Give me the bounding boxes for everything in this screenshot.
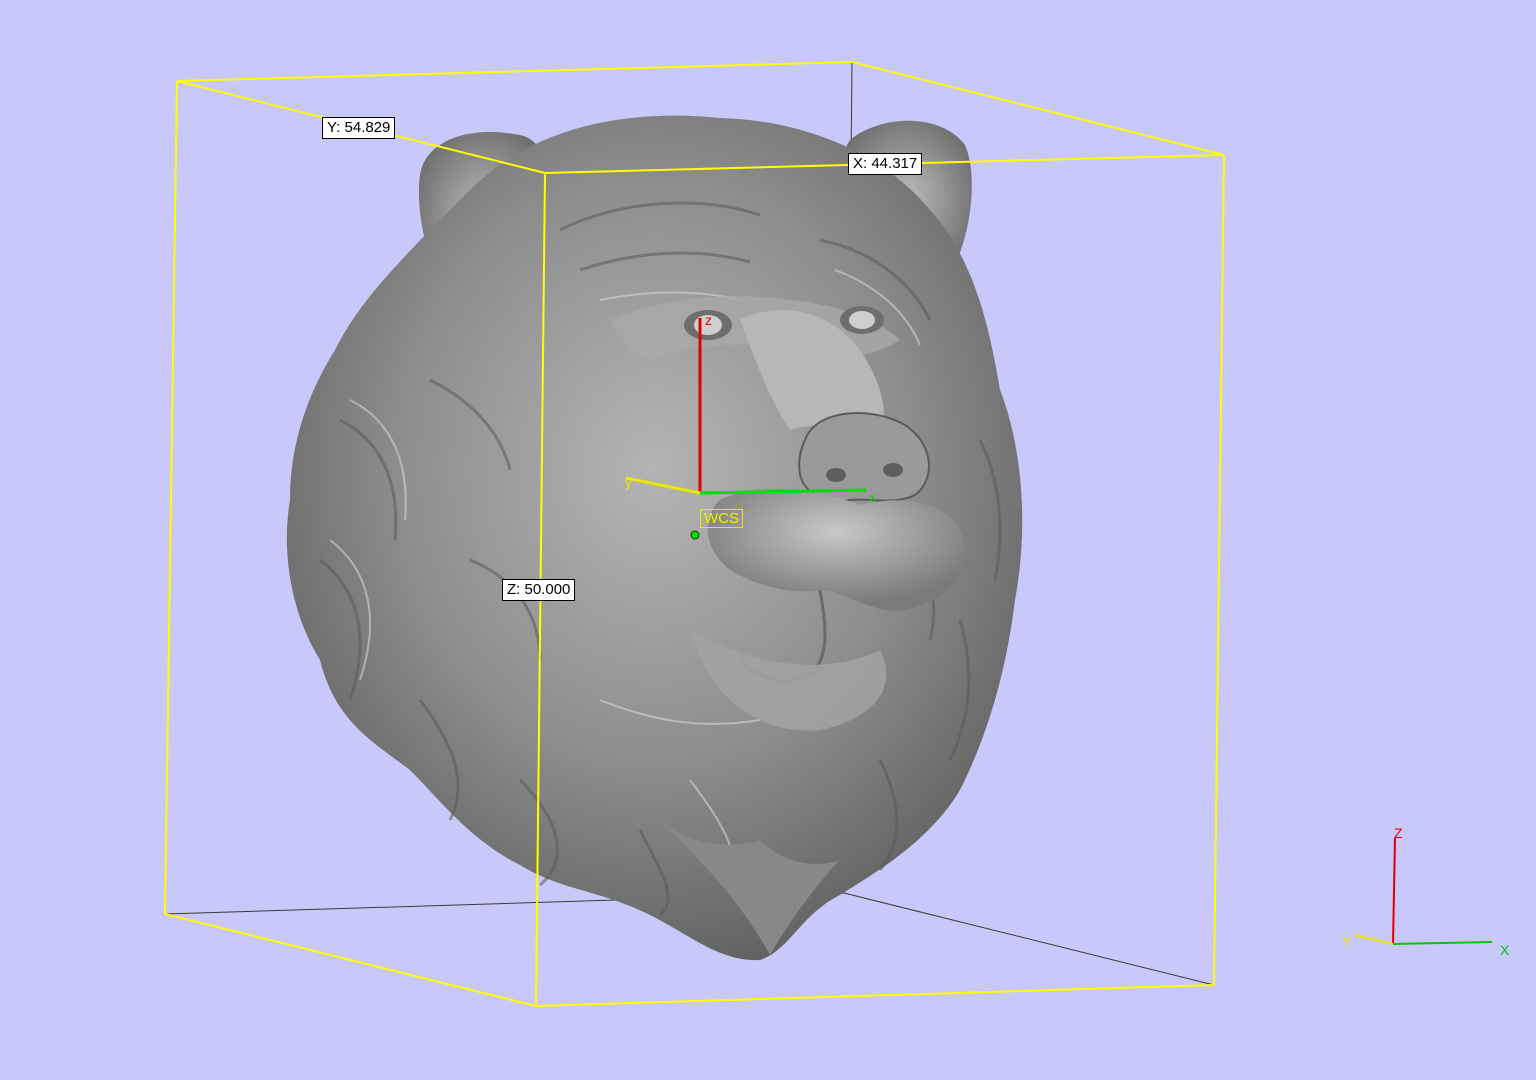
3d-viewport[interactable]: Y: 54.829 X: 44.317 Z: 50.000 WCS z x y … (0, 0, 1536, 1080)
scene-canvas[interactable] (0, 0, 1536, 1080)
triad-x-axis (1392, 941, 1493, 945)
lion-head-model[interactable] (286, 115, 1023, 961)
wcs-label: WCS (700, 509, 743, 528)
z-dimension-label: Z: 50.000 (502, 579, 576, 601)
triad-y-axis (1353, 934, 1394, 945)
wcs-origin-marker (690, 530, 700, 540)
x-dimension-label: X: 44.317 (848, 153, 923, 175)
triad-x-letter: X (1500, 942, 1510, 958)
wcs-z-letter: z (705, 312, 712, 328)
triad-z-axis (1392, 837, 1396, 945)
triad-z-letter: Z (1394, 825, 1403, 841)
orientation-triad (1353, 837, 1493, 945)
triad-y-letter: Y (1342, 933, 1352, 949)
wcs-x-letter: x (869, 489, 876, 505)
y-dimension-label: Y: 54.829 (322, 117, 396, 139)
wcs-y-letter: y (625, 474, 632, 490)
